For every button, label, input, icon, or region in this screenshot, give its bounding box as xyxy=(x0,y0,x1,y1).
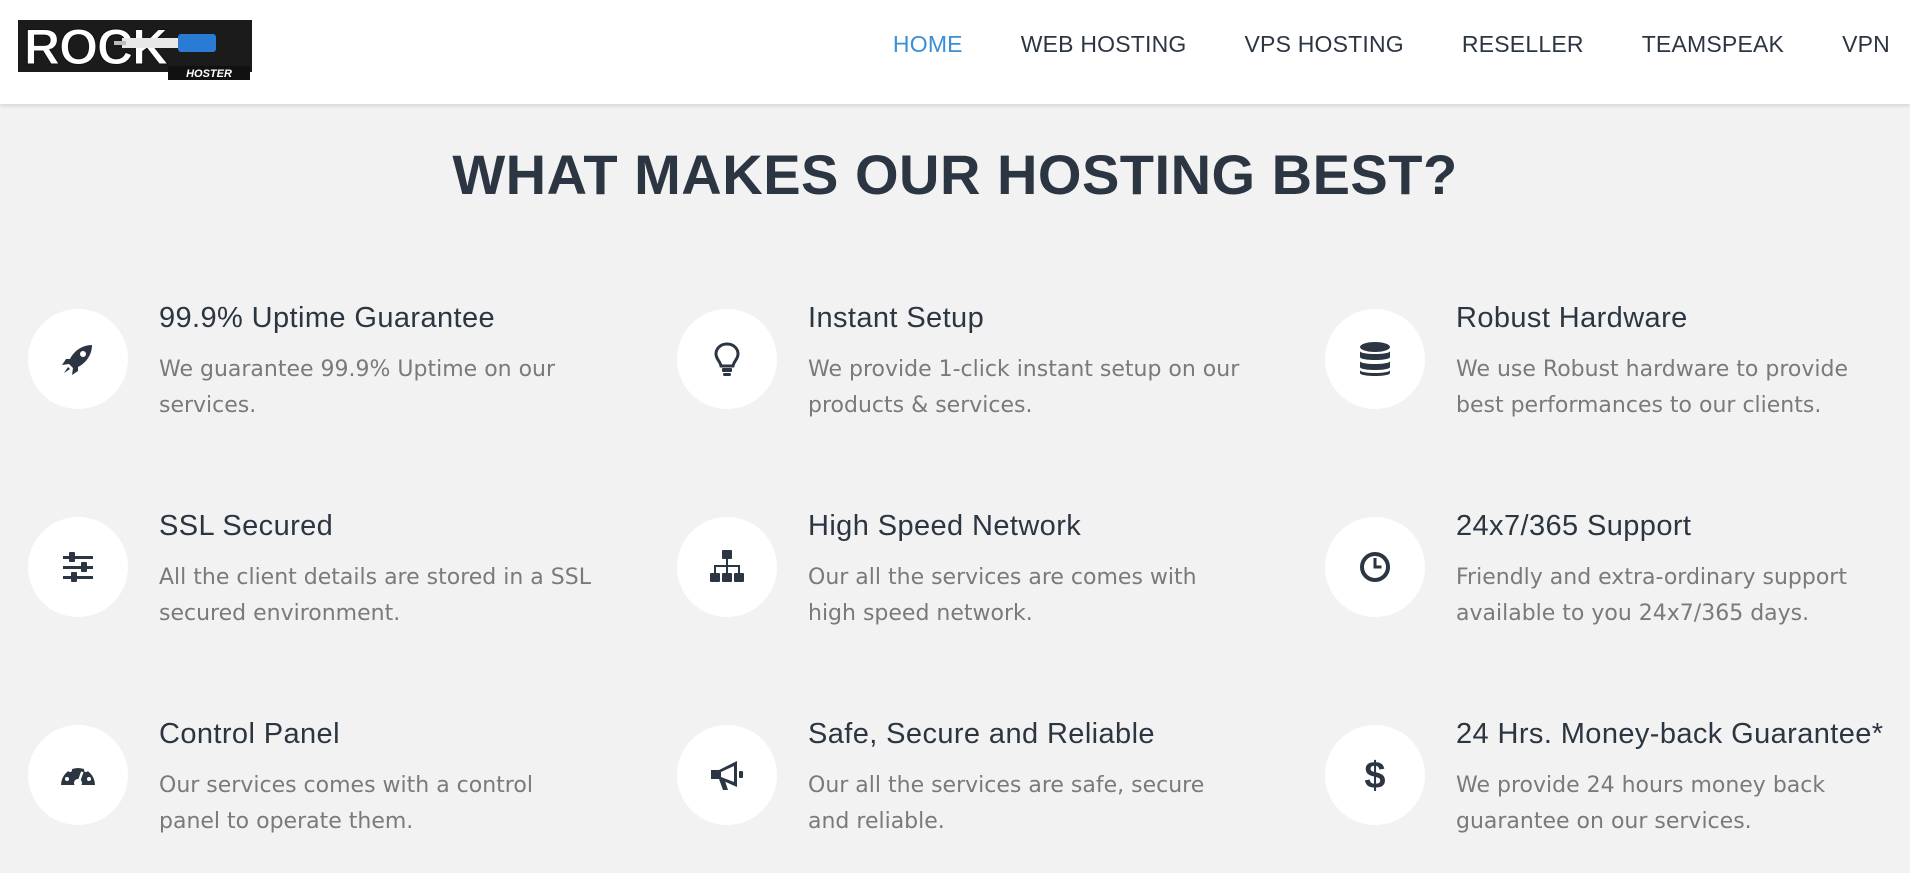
feature-icon-circle xyxy=(28,725,128,825)
clock-icon xyxy=(1360,552,1390,582)
lightbulb-icon xyxy=(714,342,740,376)
feature-title: Control Panel xyxy=(159,718,340,750)
feature-title: 99.9% Uptime Guarantee xyxy=(159,302,496,334)
nav-home[interactable]: HOME xyxy=(893,28,963,60)
nav-vps-hosting[interactable]: VPS HOSTING xyxy=(1245,28,1404,60)
feature-text: We guarantee 99.9% Uptime on our service… xyxy=(159,357,556,418)
feature-text: Friendly and extra-ordinary support avai… xyxy=(1456,565,1847,626)
nav-teamspeak[interactable]: TEAMSPEAK xyxy=(1642,28,1784,60)
feature-title: 24x7/365 Support xyxy=(1456,510,1692,542)
feature-title: Robust Hardware xyxy=(1456,302,1688,334)
nav-reseller[interactable]: RESELLER xyxy=(1462,28,1584,60)
feature-text: All the client details are stored in a S… xyxy=(159,565,591,626)
feature-icon-circle xyxy=(677,725,777,825)
sliders-icon xyxy=(63,552,93,582)
section-title: WHAT MAKES OUR HOSTING BEST? xyxy=(452,143,1458,206)
dashboard-icon xyxy=(61,764,95,787)
feature-text: Our all the services are comes with high… xyxy=(808,565,1197,626)
feature-text: We provide 24 hours money back guarantee… xyxy=(1456,773,1826,834)
feature-icon-circle: $ xyxy=(1325,725,1425,825)
feature-icon-circle xyxy=(28,517,128,617)
rocket-icon xyxy=(62,345,92,375)
feature-icon-circle xyxy=(1325,309,1425,409)
feature-icon-circle xyxy=(677,517,777,617)
feature-title: High Speed Network xyxy=(808,510,1082,542)
feature-text: Our all the services are safe, secure an… xyxy=(808,773,1205,834)
feature-icon-circle xyxy=(677,309,777,409)
logo-subtext: HOSTER xyxy=(186,68,232,80)
megaphone-icon xyxy=(711,761,743,790)
feature-text: Our services comes with a control panel … xyxy=(159,773,533,834)
feature-text: We use Robust hardware to provide best p… xyxy=(1456,357,1848,418)
feature-text: We provide 1-click instant setup on our … xyxy=(808,357,1240,418)
feature-icon-circle xyxy=(28,309,128,409)
main-nav: HOME WEB HOSTING VPS HOSTING RESELLER TE… xyxy=(835,28,1890,60)
dollar-icon: $ xyxy=(1364,755,1385,795)
feature-title: SSL Secured xyxy=(159,510,334,542)
site-header: ROCK HOSTER HOME WEB HOSTING VPS HOSTING… xyxy=(0,0,1910,104)
feature-title: 24 Hrs. Money-back Guarantee* xyxy=(1456,718,1884,750)
svg-text:$: $ xyxy=(1364,755,1385,795)
database-icon xyxy=(1360,342,1390,376)
feature-icon-circle xyxy=(1325,517,1425,617)
nav-vpn[interactable]: VPN xyxy=(1842,28,1890,60)
site-logo[interactable]: ROCK HOSTER xyxy=(18,20,254,80)
feature-title: Instant Setup xyxy=(808,302,985,334)
feature-title: Safe, Secure and Reliable xyxy=(808,718,1155,750)
network-icon xyxy=(710,550,744,582)
nav-web-hosting[interactable]: WEB HOSTING xyxy=(1021,28,1187,60)
